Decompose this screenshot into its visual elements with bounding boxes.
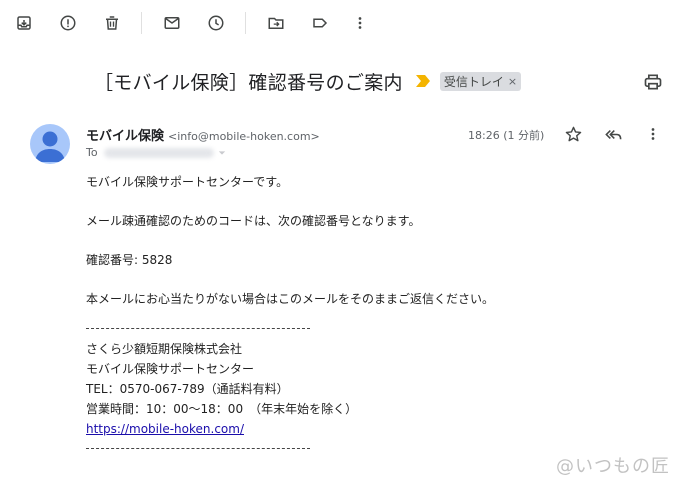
signature-hours: 営業時間：10：00～18：00 （年末年始を除く） [86,402,358,416]
body-line: モバイル保険サポートセンターです。 [86,175,289,189]
snooze-button[interactable] [204,11,228,35]
print-icon [644,74,662,90]
more-vert-icon [358,17,362,29]
delete-button[interactable] [100,11,124,35]
email-body: モバイル保険サポートセンターです。 メール疎通確認のためのコードは、次の確認番号… [86,172,494,459]
more-vert-icon [651,128,655,140]
signature-company: さくら少額短期保険株式会社 [86,342,243,356]
star-button[interactable] [562,123,584,145]
label-button[interactable] [308,11,332,35]
mark-unread-button[interactable] [160,11,184,35]
move-to-button[interactable] [264,11,288,35]
sender-avatar[interactable] [30,124,70,164]
watermark: @いつもの匠 [556,456,670,477]
toolbar-divider [245,12,246,34]
move-to-icon [268,17,284,29]
signature-divider [86,448,310,449]
signature-department: モバイル保険サポートセンター [86,362,255,376]
email-subject: ［モバイル保険］確認番号のご案内 [94,71,403,94]
archive-icon [17,16,31,30]
person-icon [35,131,65,162]
reply-all-icon [604,129,621,139]
remove-label-icon[interactable]: × [508,75,517,88]
report-spam-button[interactable] [56,11,80,35]
to-label: To [86,146,98,159]
report-spam-icon [60,15,76,31]
print-button[interactable] [642,71,664,93]
toolbar [0,0,679,46]
sender-line: モバイル保険 <info@mobile-hoken.com> [86,125,320,144]
signature-divider [86,328,310,329]
message-more-button[interactable] [642,123,664,145]
subject-row: ［モバイル保険］確認番号のご案内 受信トレイ × [94,64,522,98]
mark-unread-icon [164,17,180,29]
sender-name[interactable]: モバイル保険 [86,125,164,144]
more-options-button[interactable] [348,11,372,35]
body-line: メール疎通確認のためのコードは、次の確認番号となります。 [86,214,421,228]
reply-all-button[interactable] [602,123,624,145]
toolbar-divider [141,12,142,34]
snooze-icon [208,15,224,31]
recipient-blurred [103,147,214,158]
star-icon [565,126,581,141]
signature-phone: TEL：0570-067-789（通話料有料） [86,382,289,396]
inbox-label-text: 受信トレイ [443,74,504,89]
sender-email: <info@mobile-hoken.com> [168,130,320,143]
recipient-line: To [86,146,226,159]
importance-marker-icon[interactable] [415,75,430,87]
inbox-label-chip: 受信トレイ × [439,71,522,91]
verification-code-line: 確認番号: 5828 [86,253,173,267]
chevron-down-icon[interactable] [218,149,226,157]
message-timestamp: 18:26 (1 分前) [468,129,545,142]
delete-icon [106,16,118,30]
body-line: 本メールにお心当たりがない場合はこのメールをそのままご返信ください。 [86,292,495,306]
archive-button[interactable] [12,11,36,35]
website-link[interactable]: https://mobile-hoken.com/ [86,422,244,436]
label-icon [313,18,328,28]
